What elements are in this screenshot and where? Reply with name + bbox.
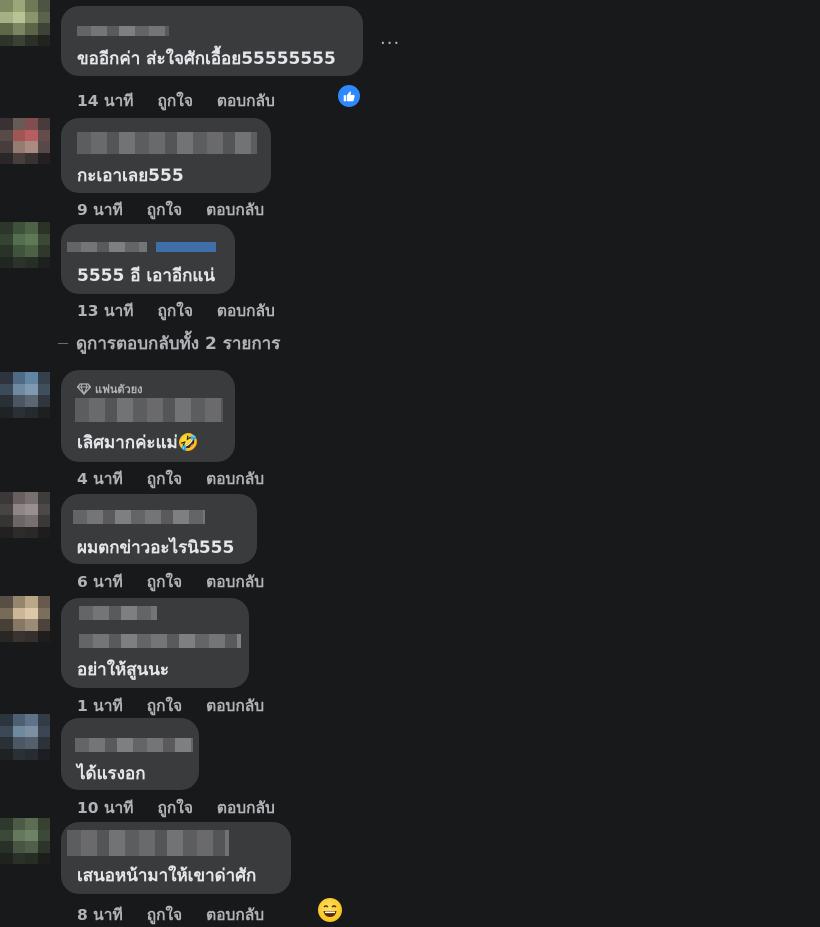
comment-bubble: ผมตกข่าวอะไรนิ555 [61, 494, 257, 564]
avatar[interactable] [0, 492, 50, 538]
timestamp[interactable]: 4 นาที [77, 466, 123, 491]
reply-button[interactable]: ตอบกลับ [206, 693, 264, 718]
author-name[interactable] [77, 132, 257, 154]
reply-button[interactable]: ตอบกลับ [217, 298, 275, 323]
author-name[interactable] [79, 606, 157, 620]
like-button[interactable]: ถูกใจ [147, 466, 182, 491]
comment-bubble: แฟนตัวยง เลิศมากค่ะแม่🤣 [61, 370, 235, 462]
comment-bubble: 5555 อี เอาอีกแน่ [61, 224, 235, 294]
avatar[interactable] [0, 818, 50, 864]
author-name[interactable] [67, 830, 229, 856]
timestamp[interactable]: 10 นาที [77, 795, 133, 820]
comment-actions: 14 นาที ถูกใจ ตอบกลับ [77, 88, 275, 113]
timestamp[interactable]: 8 นาที [77, 902, 123, 927]
like-button[interactable]: ถูกใจ [157, 298, 192, 323]
author-name[interactable] [75, 738, 193, 752]
comment-text: 5555 อี เอาอีกแน่ [77, 266, 216, 286]
reply-button[interactable]: ตอบกลับ [206, 902, 264, 927]
comment-actions: 8 นาที ถูกใจ ตอบกลับ [77, 902, 264, 927]
diamond-icon [77, 383, 91, 395]
comment-actions: 9 นาที ถูกใจ ตอบกลับ [77, 197, 264, 222]
reply-button[interactable]: ตอบกลับ [206, 466, 264, 491]
reply-button[interactable]: ตอบกลับ [217, 795, 275, 820]
view-replies-link[interactable]: ดูการตอบกลับทั้ง 2 รายการ [58, 330, 280, 357]
reply-button[interactable]: ตอบกลับ [206, 197, 264, 222]
timestamp[interactable]: 9 นาที [77, 197, 123, 222]
comment-actions: 10 นาที ถูกใจ ตอบกลับ [77, 795, 275, 820]
timestamp[interactable]: 13 นาที [77, 298, 133, 323]
comment-text: เลิศมากค่ะแม่🤣 [77, 433, 199, 453]
comment-text: เสนอหน้ามาให้เขาด่าศัก [77, 866, 257, 886]
comment-bubble: ขออีกค่า ส่ะใจศักเอื้อย55555555 [61, 6, 363, 76]
timestamp[interactable]: 1 นาที [77, 693, 123, 718]
comment-text: กะเอาเลย555 [77, 166, 184, 186]
reply-connector [58, 342, 68, 345]
like-button[interactable]: ถูกใจ [157, 795, 192, 820]
avatar[interactable] [0, 372, 50, 418]
author-name[interactable] [75, 398, 223, 422]
like-button[interactable]: ถูกใจ [147, 569, 182, 594]
comment-text: อย่าให้สูนนะ [77, 660, 169, 680]
comment-bubble: ได้แรงอก [61, 718, 199, 790]
reply-button[interactable]: ตอบกลับ [206, 569, 264, 594]
comment-bubble: อย่าให้สูนนะ [61, 598, 249, 688]
avatar[interactable] [0, 596, 50, 642]
avatar[interactable] [0, 118, 50, 164]
timestamp[interactable]: 14 นาที [77, 88, 133, 113]
fan-badge-label: แฟนตัวยง [95, 383, 143, 396]
like-button[interactable]: ถูกใจ [147, 902, 182, 927]
author-name-secondary [79, 634, 241, 648]
author-name[interactable] [67, 242, 147, 252]
comment-text: ผมตกข่าวอะไรนิ555 [77, 538, 235, 558]
fan-badge: แฟนตัวยง [77, 380, 143, 398]
comment-actions: 1 นาที ถูกใจ ตอบกลับ [77, 693, 264, 718]
comment-actions: 4 นาที ถูกใจ ตอบกลับ [77, 466, 264, 491]
laughing-emoji-icon[interactable] [318, 898, 342, 922]
timestamp[interactable]: 6 นาที [77, 569, 123, 594]
view-replies-label: ดูการตอบกลับทั้ง 2 รายการ [76, 334, 281, 354]
comment-bubble: กะเอาเลย555 [61, 118, 271, 193]
comment-text: ได้แรงอก [77, 764, 146, 784]
like-icon[interactable] [336, 83, 362, 109]
comment-actions: 6 นาที ถูกใจ ตอบกลับ [77, 569, 264, 594]
avatar[interactable] [0, 714, 50, 760]
avatar[interactable] [0, 0, 50, 46]
more-icon[interactable]: ... [380, 28, 400, 49]
author-name[interactable] [73, 510, 205, 524]
like-button[interactable]: ถูกใจ [147, 693, 182, 718]
avatar[interactable] [0, 222, 50, 268]
like-button[interactable]: ถูกใจ [147, 197, 182, 222]
author-name-highlight [156, 242, 216, 252]
comment-bubble: เสนอหน้ามาให้เขาด่าศัก [61, 822, 291, 894]
like-button[interactable]: ถูกใจ [157, 88, 192, 113]
author-name[interactable] [77, 26, 169, 36]
reply-button[interactable]: ตอบกลับ [217, 88, 275, 113]
comment-text: ขออีกค่า ส่ะใจศักเอื้อย55555555 [77, 49, 336, 69]
comment-actions: 13 นาที ถูกใจ ตอบกลับ [77, 298, 275, 323]
